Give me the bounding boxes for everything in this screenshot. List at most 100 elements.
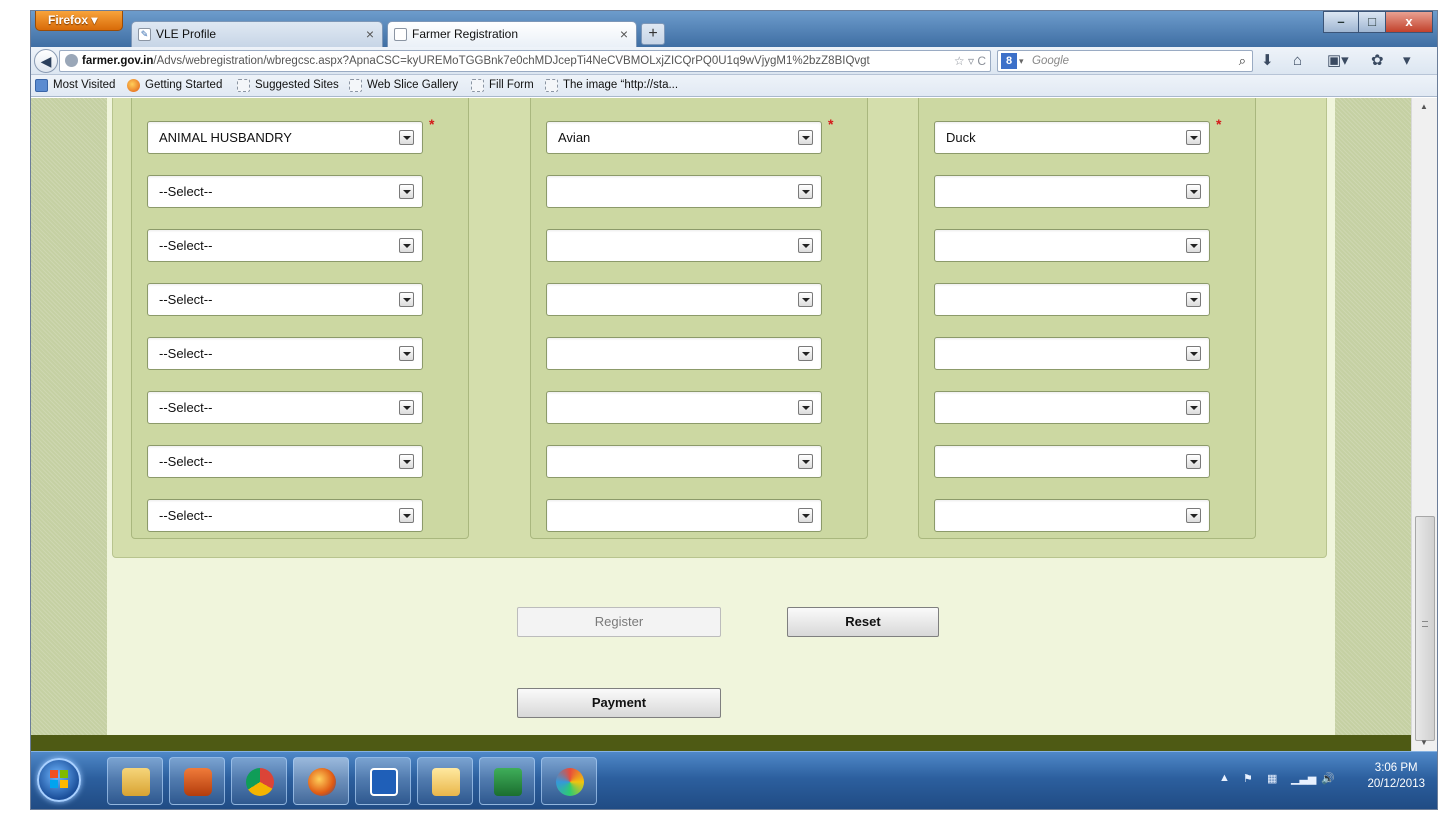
dropdown-arrow-icon[interactable] bbox=[399, 508, 414, 523]
item-select-4[interactable] bbox=[934, 283, 1210, 316]
signal-strength-icon[interactable]: ▁▃▅ bbox=[1291, 772, 1316, 785]
category-select-2[interactable] bbox=[546, 175, 822, 208]
addon-icon[interactable]: ✿ bbox=[1371, 51, 1384, 71]
sector-select-4[interactable]: --Select-- bbox=[147, 283, 423, 316]
category-select-4[interactable] bbox=[546, 283, 822, 316]
dropdown-arrow-icon[interactable] bbox=[399, 130, 414, 145]
taskbar-outlook[interactable] bbox=[417, 757, 473, 805]
bookmarks-menu-icon[interactable]: ▣▾ bbox=[1327, 51, 1349, 71]
search-engine-dropdown-icon[interactable]: ▾ bbox=[1019, 51, 1024, 71]
bookmark-web-slice-gallery[interactable]: Web Slice Gallery bbox=[349, 75, 458, 96]
tab-close-icon[interactable]: × bbox=[620, 22, 628, 46]
dropdown-arrow-icon[interactable] bbox=[1186, 400, 1201, 415]
search-engine-icon[interactable]: 8 bbox=[1001, 53, 1017, 69]
address-bar[interactable]: farmer.gov.in/Advs/webregistration/wbreg… bbox=[59, 50, 991, 72]
item-select-6[interactable] bbox=[934, 391, 1210, 424]
dropdown-arrow-icon[interactable] bbox=[798, 400, 813, 415]
tab-vle-profile[interactable]: ✎ VLE Profile × bbox=[131, 21, 383, 47]
vertical-scrollbar[interactable]: ▲ ▼ bbox=[1411, 98, 1437, 751]
register-button[interactable]: Register bbox=[517, 607, 721, 637]
category-select-5[interactable] bbox=[546, 337, 822, 370]
dropdown-arrow-icon[interactable] bbox=[399, 346, 414, 361]
bookmark-image[interactable]: The image “http://sta... bbox=[545, 75, 678, 96]
minimize-button[interactable]: – bbox=[1323, 11, 1359, 33]
category-select-6[interactable] bbox=[546, 391, 822, 424]
maximize-button[interactable]: □ bbox=[1358, 11, 1386, 33]
payment-button[interactable]: Payment bbox=[517, 688, 721, 718]
scroll-thumb[interactable] bbox=[1415, 516, 1435, 741]
dropdown-arrow-icon[interactable] bbox=[1186, 454, 1201, 469]
show-hidden-icons-icon[interactable]: ▲ bbox=[1219, 772, 1230, 784]
dropdown-arrow-icon[interactable] bbox=[399, 184, 414, 199]
network-device-icon[interactable]: ▦ bbox=[1267, 772, 1277, 785]
back-button[interactable]: ◀ bbox=[34, 49, 58, 73]
dropdown-arrow-icon[interactable] bbox=[1186, 130, 1201, 145]
bookmark-suggested-sites[interactable]: Suggested Sites bbox=[237, 75, 339, 96]
firefox-menu-button[interactable]: Firefox ▾ bbox=[35, 11, 123, 31]
system-clock[interactable]: 3:06 PM 20/12/2013 bbox=[1367, 760, 1425, 792]
home-icon[interactable]: ⌂ bbox=[1293, 51, 1302, 71]
item-select-1[interactable]: Duck bbox=[934, 121, 1210, 154]
bookmark-most-visited[interactable]: Most Visited bbox=[35, 75, 115, 96]
dropdown-arrow-icon[interactable] bbox=[1186, 184, 1201, 199]
dropdown-arrow-icon[interactable] bbox=[1186, 238, 1201, 253]
reset-button[interactable]: Reset bbox=[787, 607, 939, 637]
close-window-button[interactable]: x bbox=[1385, 11, 1433, 33]
sector-select-2[interactable]: --Select-- bbox=[147, 175, 423, 208]
search-bar[interactable]: 8 ▾ Google ⌕ bbox=[997, 50, 1253, 72]
taskbar-maxthon[interactable] bbox=[355, 757, 411, 805]
category-select-7[interactable] bbox=[546, 445, 822, 478]
taskbar-excel[interactable] bbox=[479, 757, 535, 805]
item-select-7[interactable] bbox=[934, 445, 1210, 478]
bookmark-fill-form[interactable]: Fill Form bbox=[471, 75, 534, 96]
dropdown-arrow-icon[interactable] bbox=[399, 454, 414, 469]
dropdown-arrow-icon[interactable] bbox=[399, 238, 414, 253]
dropdown-arrow-icon[interactable] bbox=[1186, 346, 1201, 361]
action-center-flag-icon[interactable]: ⚑ bbox=[1243, 772, 1253, 785]
download-icon[interactable]: ⬇ bbox=[1261, 51, 1274, 71]
category-select-8[interactable] bbox=[546, 499, 822, 532]
select-value: ANIMAL HUSBANDRY bbox=[159, 130, 292, 145]
item-select-3[interactable] bbox=[934, 229, 1210, 262]
volume-icon[interactable]: 🔊 bbox=[1321, 772, 1335, 785]
scroll-down-arrow-icon[interactable]: ▼ bbox=[1420, 738, 1428, 747]
taskbar-chrome[interactable] bbox=[231, 757, 287, 805]
category-select-3[interactable] bbox=[546, 229, 822, 262]
dropdown-arrow-icon[interactable] bbox=[798, 292, 813, 307]
dropdown-arrow-icon[interactable] bbox=[399, 400, 414, 415]
tab-close-icon[interactable]: × bbox=[366, 22, 374, 46]
bookmark-getting-started[interactable]: Getting Started bbox=[127, 75, 222, 96]
title-bar: Firefox ▾ ✎ VLE Profile × Farmer Registr… bbox=[31, 11, 1437, 47]
scroll-up-arrow-icon[interactable]: ▲ bbox=[1420, 102, 1428, 111]
sector-select-5[interactable]: --Select-- bbox=[147, 337, 423, 370]
dropdown-arrow-icon[interactable] bbox=[798, 184, 813, 199]
sector-select-7[interactable]: --Select-- bbox=[147, 445, 423, 478]
sector-select-1[interactable]: ANIMAL HUSBANDRY bbox=[147, 121, 423, 154]
bookmark-label: Getting Started bbox=[145, 79, 223, 91]
dropdown-arrow-icon[interactable] bbox=[798, 508, 813, 523]
taskbar-media-player[interactable] bbox=[169, 757, 225, 805]
menu-overflow-icon[interactable]: ▾ bbox=[1403, 51, 1411, 71]
url-actions[interactable]: ☆ ▿ C bbox=[949, 51, 986, 71]
sector-select-3[interactable]: --Select-- bbox=[147, 229, 423, 262]
dropdown-arrow-icon[interactable] bbox=[798, 130, 813, 145]
dropdown-arrow-icon[interactable] bbox=[1186, 508, 1201, 523]
item-select-5[interactable] bbox=[934, 337, 1210, 370]
taskbar-explorer[interactable] bbox=[107, 757, 163, 805]
dropdown-arrow-icon[interactable] bbox=[798, 346, 813, 361]
item-select-8[interactable] bbox=[934, 499, 1210, 532]
start-button[interactable] bbox=[37, 758, 81, 802]
category-select-1[interactable]: Avian bbox=[546, 121, 822, 154]
sector-select-8[interactable]: --Select-- bbox=[147, 499, 423, 532]
search-icon[interactable]: ⌕ bbox=[1239, 51, 1246, 71]
sector-select-6[interactable]: --Select-- bbox=[147, 391, 423, 424]
item-select-2[interactable] bbox=[934, 175, 1210, 208]
dropdown-arrow-icon[interactable] bbox=[1186, 292, 1201, 307]
taskbar-paint[interactable] bbox=[541, 757, 597, 805]
dropdown-arrow-icon[interactable] bbox=[399, 292, 414, 307]
dropdown-arrow-icon[interactable] bbox=[798, 238, 813, 253]
dropdown-arrow-icon[interactable] bbox=[798, 454, 813, 469]
taskbar-firefox[interactable] bbox=[293, 757, 349, 805]
new-tab-button[interactable]: + bbox=[641, 23, 665, 45]
tab-farmer-registration[interactable]: Farmer Registration × bbox=[387, 21, 637, 47]
